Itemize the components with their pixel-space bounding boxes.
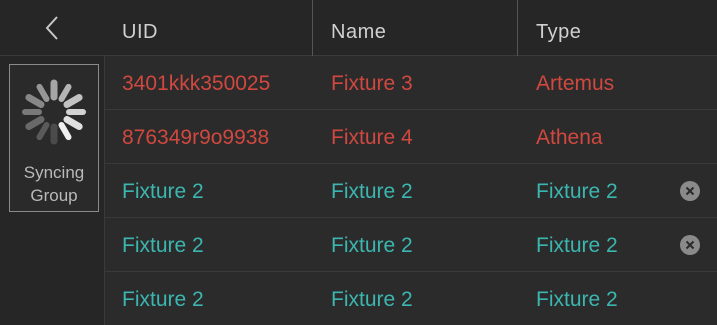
cell-uid: Fixture 2 (122, 180, 204, 203)
sync-group-screen: Syncing Group UID Name Type 3401kkk35002… (0, 0, 717, 325)
close-icon (685, 240, 695, 250)
spinner-spoke (36, 83, 50, 103)
spinner-spoke (58, 121, 72, 141)
cell-uid: 876349r9o9938 (122, 126, 270, 149)
column-header-name[interactable]: Name (313, 0, 517, 56)
spinner-spoke (63, 116, 83, 130)
table-row[interactable]: 3401kkk350025 Fixture 3 Artemus (104, 56, 717, 110)
chevron-left-icon (45, 15, 58, 40)
remove-button[interactable] (680, 181, 700, 201)
cell-uid: Fixture 2 (122, 234, 204, 257)
column-header-type[interactable]: Type (518, 0, 717, 56)
table-row[interactable]: Fixture 2 Fixture 2 Fixture 2 (104, 272, 717, 325)
column-header-uid[interactable]: UID (104, 0, 312, 56)
cell-name: Fixture 2 (331, 180, 413, 203)
cell-name: Fixture 4 (331, 126, 413, 149)
cell-name: Fixture 2 (331, 288, 413, 311)
cell-uid: Fixture 2 (122, 288, 204, 311)
syncing-group-button[interactable]: Syncing Group (9, 64, 99, 212)
spinner-spoke (25, 116, 45, 130)
cell-name: Fixture 2 (331, 234, 413, 257)
cell-name: Fixture 3 (331, 72, 413, 95)
cell-type: Fixture 2 (536, 180, 618, 203)
spinner-spoke (25, 94, 45, 108)
fixture-table: UID Name Type 3401kkk350025 Fixture 3 Arte… (104, 0, 717, 325)
cell-type: Fixture 2 (536, 234, 618, 257)
cell-type: Artemus (536, 72, 615, 95)
table-row[interactable]: Fixture 2 Fixture 2 Fixture 2 (104, 218, 717, 272)
spinner-icon (22, 79, 86, 145)
cell-type: Athena (536, 126, 603, 149)
sidebar: Syncing Group (0, 0, 105, 325)
cell-uid: 3401kkk350025 (122, 72, 271, 95)
cell-type: Fixture 2 (536, 288, 618, 311)
spinner-spoke (58, 83, 72, 103)
syncing-label-line1: Syncing (23, 163, 85, 182)
table-row[interactable]: Fixture 2 Fixture 2 Fixture 2 (104, 164, 717, 218)
table-row[interactable]: 876349r9o9938 Fixture 4 Athena (104, 110, 717, 164)
syncing-label-line2: Group (30, 186, 78, 205)
close-icon (685, 186, 695, 196)
spinner-spoke (63, 94, 83, 108)
remove-button[interactable] (680, 235, 700, 255)
spinner-spoke (36, 121, 50, 141)
syncing-group-label: Syncing Group (24, 161, 84, 207)
table-header: UID Name Type (104, 0, 717, 56)
back-button[interactable] (0, 0, 104, 56)
